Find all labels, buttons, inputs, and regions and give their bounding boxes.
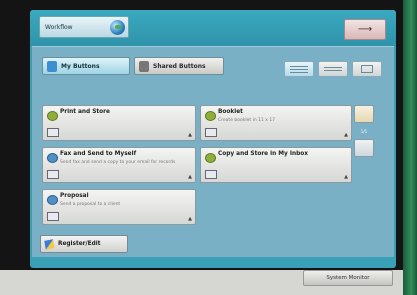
tab-my-buttons-label: My Buttons (61, 62, 100, 70)
card-description: Send fax and send a copy to your email f… (60, 160, 176, 165)
top-bar: Workflow ⟶ (30, 10, 396, 46)
card-booklet[interactable]: Booklet Create booklet in 11 x 17 ▲ (200, 105, 352, 141)
card-proposal[interactable]: Proposal Send a proposal to a client ▲ (42, 189, 196, 225)
touch-screen: Workflow ⟶ My Buttons Shared Buttons Pri… (30, 10, 396, 268)
card-title: Fax and Send to Myself (60, 151, 137, 157)
page-indicator: 1/1 (360, 129, 368, 134)
document-icon (47, 170, 59, 179)
expand-arrow-icon: ▲ (344, 132, 348, 138)
register-edit-label: Register/Edit (58, 241, 101, 247)
card-fax-and-send[interactable]: Fax and Send to Myself Send fax and send… (42, 147, 196, 183)
card-title: Print and Store (60, 109, 110, 115)
compact-view-button[interactable] (318, 61, 348, 77)
logout-arrow-icon: ⟶ (357, 24, 373, 35)
card-print-and-store[interactable]: Print and Store ▲ (42, 105, 196, 141)
green-function-icon (205, 111, 216, 121)
system-monitor-label: System Monitor (326, 275, 370, 281)
logout-button[interactable]: ⟶ (344, 19, 386, 40)
register-edit-button[interactable]: Register/Edit (40, 235, 128, 253)
list-view-button[interactable] (284, 61, 314, 77)
right-edge-strip (403, 0, 417, 295)
card-description: Send a proposal to a client (60, 202, 121, 207)
green-function-icon (47, 111, 58, 121)
buttons-panel: My Buttons Shared Buttons Print and Stor… (32, 46, 394, 257)
document-icon (205, 170, 217, 179)
card-description: Create booklet in 11 x 17 (218, 118, 276, 123)
tab-shared-buttons[interactable]: Shared Buttons (134, 57, 224, 75)
system-monitor-button[interactable]: System Monitor (303, 270, 393, 286)
send-icon (47, 195, 58, 205)
workflow-label: Workflow (45, 23, 73, 31)
group-icon (139, 60, 149, 72)
detail-view-button[interactable] (352, 61, 382, 77)
expand-arrow-icon: ▲ (188, 132, 192, 138)
card-title: Proposal (60, 193, 89, 199)
expand-arrow-icon: ▲ (344, 174, 348, 180)
document-icon (47, 212, 59, 221)
green-function-icon (205, 153, 216, 163)
card-copy-and-store[interactable]: Copy and Store in My Inbox ▲ (200, 147, 352, 183)
document-icon (205, 128, 217, 137)
page-up-button[interactable] (354, 105, 374, 123)
expand-arrow-icon: ▲ (188, 174, 192, 180)
pencil-icon (44, 238, 55, 250)
tab-shared-buttons-label: Shared Buttons (153, 62, 206, 70)
fax-icon (47, 153, 58, 163)
workflow-button[interactable]: Workflow (39, 16, 129, 38)
page-down-button[interactable] (354, 139, 374, 157)
document-icon (47, 128, 59, 137)
card-title: Copy and Store in My Inbox (218, 151, 308, 157)
expand-arrow-icon: ▲ (188, 216, 192, 222)
user-icon (47, 60, 57, 72)
card-title: Booklet (218, 109, 243, 115)
tab-my-buttons[interactable]: My Buttons (42, 57, 130, 75)
globe-icon (110, 20, 125, 35)
